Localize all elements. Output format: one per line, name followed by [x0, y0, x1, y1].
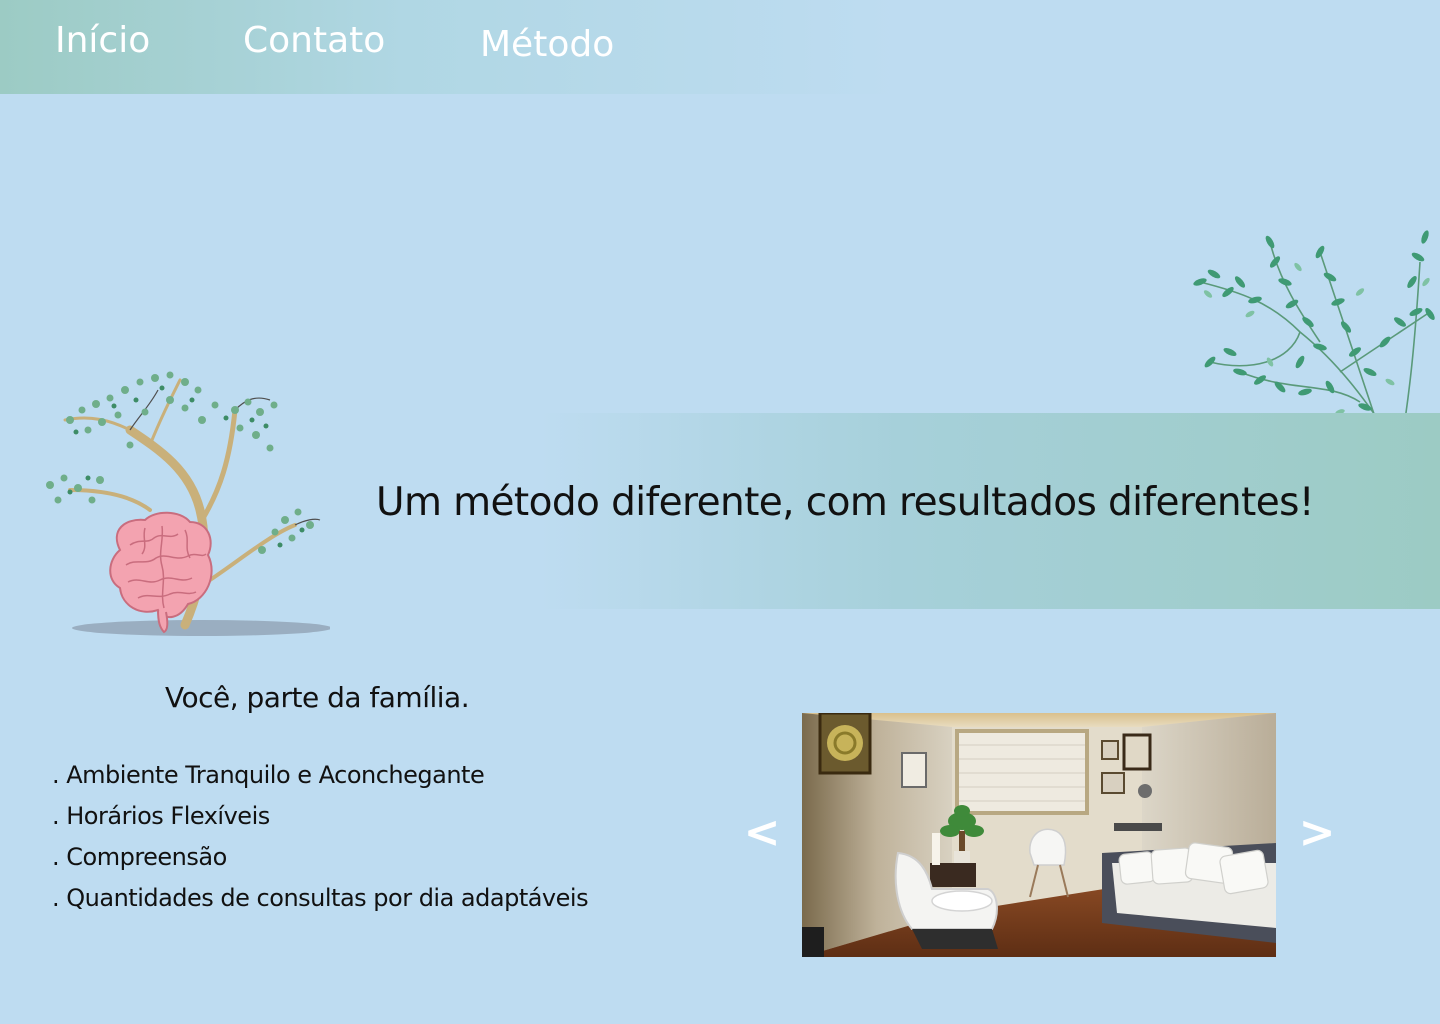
office-room-photo [802, 713, 1276, 957]
nav-link-contato[interactable]: Contato [243, 20, 385, 61]
tree-brain-illustration [46, 371, 330, 636]
top-navigation: Início Contato Método [0, 0, 900, 94]
nav-link-inicio[interactable]: Início [55, 20, 150, 61]
feature-item-horarios: . Horários Flexíveis [52, 802, 270, 830]
feature-list: . Ambiente Tranquilo e Aconchegante . Ho… [52, 758, 589, 922]
section-subtitle: Você, parte da família. [165, 681, 470, 714]
nav-link-metodo[interactable]: Método [480, 24, 614, 65]
feature-item-ambiente: . Ambiente Tranquilo e Aconchegante [52, 761, 485, 789]
carousel-next-button[interactable]: > [1297, 808, 1337, 858]
carousel-prev-button[interactable]: < [742, 808, 782, 858]
carousel-photo-office-room [802, 713, 1276, 957]
feature-item-consultas: . Quantidades de consultas por dia adapt… [52, 884, 589, 912]
feature-item-compreensao: . Compreensão [52, 843, 227, 871]
hero-title: Um método diferente, com resultados dife… [376, 480, 1314, 525]
brain-shape [109, 511, 213, 634]
